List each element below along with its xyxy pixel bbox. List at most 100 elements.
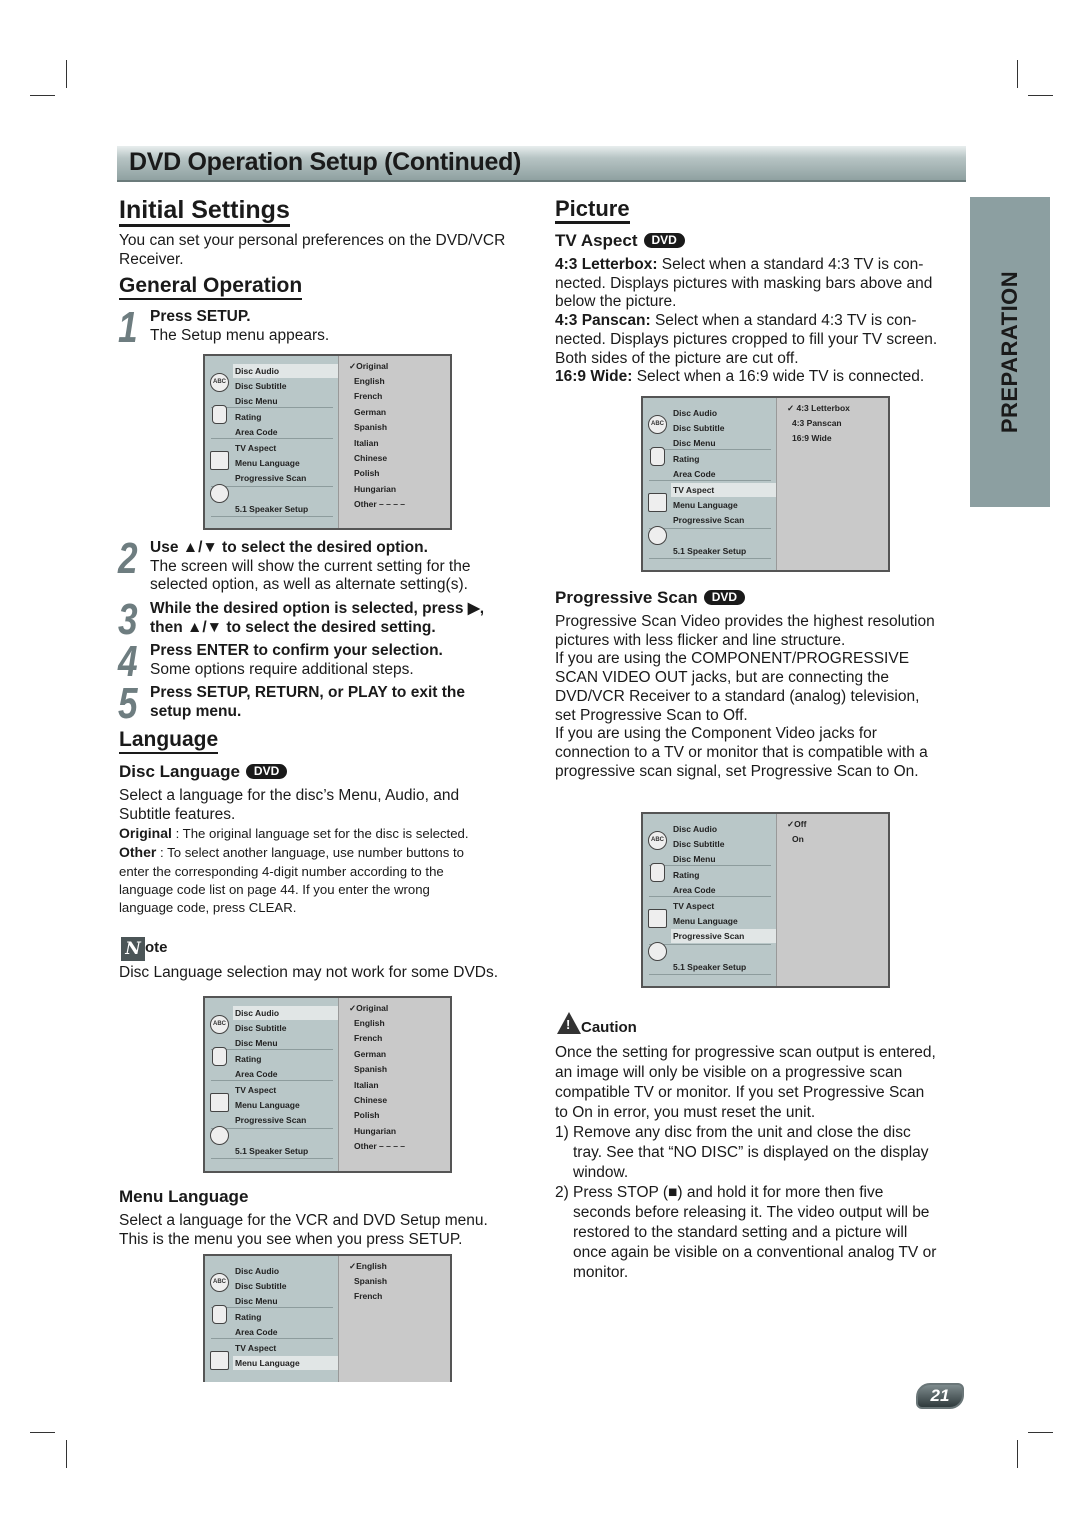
menu-item[interactable]: Disc Subtitle: [235, 1021, 286, 1035]
menu-item[interactable]: Disc Audio: [673, 406, 717, 420]
menu-option[interactable]: Chinese: [354, 451, 387, 465]
menu-option[interactable]: ✓ 4:3 Letterbox: [787, 401, 850, 415]
menu-item[interactable]: Disc Menu: [235, 1036, 278, 1050]
menu-option[interactable]: Other – – – –: [354, 497, 405, 511]
progressive-scan-heading: Progressive Scan DVD: [555, 588, 746, 608]
menu-item[interactable]: Disc Menu: [673, 852, 716, 866]
menu-option[interactable]: Hungarian: [354, 1124, 396, 1138]
option-text: nected. Displays pictures cropped to fil…: [555, 330, 938, 348]
desc-line: SCAN VIDEO OUT jacks, but are connecting…: [555, 669, 889, 687]
menu-item[interactable]: Disc Menu: [235, 394, 278, 408]
menu-options-panel: ✓Off On: [776, 814, 888, 986]
caution-step-line: once again be visible on a conventional …: [573, 1244, 937, 1261]
menu-item[interactable]: Disc Menu: [235, 1294, 278, 1308]
menu-item[interactable]: Disc Audio: [233, 1006, 340, 1020]
crop-mark: [66, 60, 67, 88]
menu-option[interactable]: ✓Off: [787, 817, 806, 831]
caution-line: compatible TV or monitor. If you set Pro…: [555, 1084, 925, 1101]
menu-option[interactable]: Spanish: [354, 1274, 387, 1288]
menu-item[interactable]: Rating: [235, 410, 261, 424]
caution-step-number: 2): [555, 1184, 569, 1201]
desc-line: DVD/VCR Receiver to a standard (analog) …: [555, 687, 920, 705]
menu-option[interactable]: Italian: [354, 436, 379, 450]
menu-item[interactable]: Rating: [235, 1052, 261, 1066]
menu-item[interactable]: Rating: [673, 868, 699, 882]
step-number: 4: [118, 637, 138, 686]
menu-option[interactable]: Spanish: [354, 420, 387, 434]
menu-option[interactable]: Chinese: [354, 1093, 387, 1107]
menu-option[interactable]: ✓Original: [349, 1001, 388, 1015]
menu-option[interactable]: German: [354, 1047, 386, 1061]
menu-item[interactable]: Disc Subtitle: [673, 837, 724, 851]
menu-option[interactable]: ✓Original: [349, 359, 388, 373]
menu-item[interactable]: Disc Subtitle: [235, 379, 286, 393]
menu-option[interactable]: German: [354, 405, 386, 419]
option-text: below the picture.: [555, 293, 677, 311]
menu-option[interactable]: 4:3 Panscan: [792, 416, 842, 430]
crop-mark: [1028, 1432, 1053, 1433]
menu-item[interactable]: Disc Audio: [235, 1264, 279, 1278]
menu-option[interactable]: Polish: [354, 466, 380, 480]
menu-item[interactable]: TV Aspect: [673, 899, 714, 913]
menu-option[interactable]: English: [354, 374, 385, 388]
menu-item[interactable]: Disc Audio: [233, 364, 340, 378]
menu-option[interactable]: 16:9 Wide: [792, 431, 832, 445]
step-detail: The screen will show the current setting…: [150, 557, 471, 575]
menu-option[interactable]: Other – – – –: [354, 1139, 405, 1153]
step-number: 5: [118, 679, 138, 728]
menu-divider: [211, 438, 333, 439]
option-text: Select when a standard 4:3 TV is con-: [650, 312, 917, 330]
menu-option[interactable]: English: [354, 1016, 385, 1030]
menu-item[interactable]: Menu Language: [673, 914, 738, 928]
menu-language-heading: Menu Language: [119, 1187, 249, 1206]
menu-item[interactable]: 5.1 Speaker Setup: [235, 1144, 308, 1158]
menu-option[interactable]: French: [354, 1289, 382, 1303]
menu-item[interactable]: Menu Language: [233, 1356, 340, 1370]
menu-item[interactable]: Disc Subtitle: [235, 1279, 286, 1293]
disc-language-desc: Select a language for the disc’s Menu, A…: [119, 787, 459, 824]
menu-item[interactable]: Area Code: [235, 1067, 278, 1081]
step-number: 1: [118, 303, 138, 352]
desc-line: If you are using the Component Video jac…: [555, 725, 877, 743]
menu-option[interactable]: French: [354, 389, 382, 403]
menu-item[interactable]: Progressive Scan: [671, 929, 778, 943]
menu-item[interactable]: Menu Language: [235, 456, 300, 470]
menu-option[interactable]: French: [354, 1031, 382, 1045]
menu-item[interactable]: Menu Language: [673, 498, 738, 512]
side-tab-label: PREPARATION: [997, 270, 1022, 434]
menu-item[interactable]: Progressive Scan: [235, 1113, 306, 1127]
lock-icon: [650, 447, 665, 466]
menu-item[interactable]: Disc Subtitle: [673, 421, 724, 435]
desc-line: pictures with less flicker and line stru…: [555, 631, 846, 649]
step-instruction: Press ENTER to confirm your selection.: [150, 642, 443, 659]
menu-item[interactable]: Area Code: [235, 425, 278, 439]
menu-item[interactable]: Disc Audio: [673, 822, 717, 836]
menu-item[interactable]: TV Aspect: [671, 483, 778, 497]
step-instruction: While the desired option is selected, pr…: [150, 600, 485, 617]
desc-line: 4:3 Letterbox: Select when a standard 4:…: [555, 256, 937, 275]
menu-item[interactable]: Progressive Scan: [673, 513, 744, 527]
menu-item[interactable]: Rating: [673, 452, 699, 466]
progressive-scan-desc: Progressive Scan Video provides the high…: [555, 613, 935, 781]
menu-item[interactable]: Area Code: [673, 883, 716, 897]
menu-item[interactable]: Area Code: [673, 467, 716, 481]
menu-option[interactable]: Polish: [354, 1108, 380, 1122]
menu-item[interactable]: 5.1 Speaker Setup: [673, 960, 746, 974]
menu-item[interactable]: TV Aspect: [235, 1341, 276, 1355]
menu-option[interactable]: On: [792, 832, 804, 846]
menu-item[interactable]: TV Aspect: [235, 1083, 276, 1097]
menu-item[interactable]: Progressive Scan: [235, 471, 306, 485]
dvd-badge: DVD: [703, 590, 746, 606]
menu-item[interactable]: Rating: [235, 1310, 261, 1324]
menu-item[interactable]: 5.1 Speaker Setup: [673, 544, 746, 558]
menu-item[interactable]: TV Aspect: [235, 441, 276, 455]
menu-item[interactable]: 5.1 Speaker Setup: [235, 502, 308, 516]
menu-item[interactable]: Menu Language: [235, 1098, 300, 1112]
menu-option[interactable]: Hungarian: [354, 482, 396, 496]
menu-option[interactable]: Spanish: [354, 1062, 387, 1076]
option-label: 4:3 Letterbox:: [555, 256, 658, 273]
menu-item[interactable]: Disc Menu: [673, 436, 716, 450]
menu-option[interactable]: ✓English: [349, 1259, 387, 1273]
menu-item[interactable]: Area Code: [235, 1325, 278, 1339]
menu-option[interactable]: Italian: [354, 1078, 379, 1092]
